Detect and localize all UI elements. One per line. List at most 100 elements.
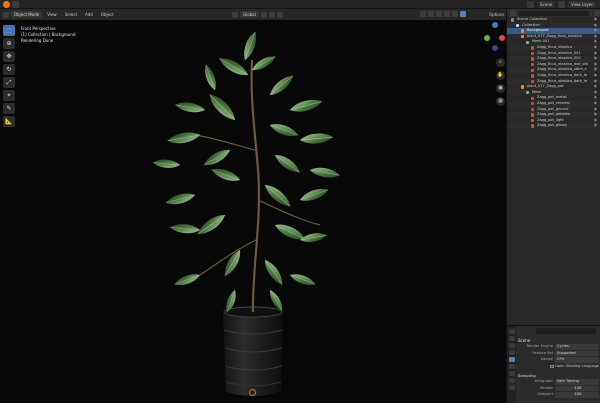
view-layer-icon — [558, 1, 566, 8]
material-icon — [531, 51, 535, 56]
material-icon — [531, 118, 535, 123]
menu-object[interactable]: Object — [98, 11, 117, 18]
snap-icon[interactable] — [268, 11, 275, 18]
transform-orientation-dropdown[interactable]: Global — [240, 11, 259, 18]
material-icon — [531, 62, 535, 67]
nav-buttons: ⌕ ✋ ▣ ▦ — [496, 58, 505, 106]
scale-icon[interactable]: ⤢ — [3, 77, 15, 88]
properties-search-input[interactable] — [536, 328, 596, 334]
tool-tab-icon[interactable] — [508, 329, 515, 334]
render-samples-label: Render — [540, 385, 553, 390]
world-tab-icon[interactable] — [508, 364, 515, 369]
mesh-icon — [521, 29, 525, 33]
menu-view[interactable]: View — [44, 11, 60, 18]
pivot-icon[interactable] — [260, 11, 267, 18]
render-tab-icon[interactable] — [508, 336, 515, 341]
camera-icon[interactable]: ▣ — [496, 84, 505, 93]
modifier-tab-icon[interactable] — [508, 378, 515, 383]
options-menu[interactable]: Options — [486, 11, 507, 18]
xray-icon[interactable] — [444, 11, 450, 17]
navigation-gizmo[interactable] — [484, 22, 506, 52]
view-layer-tab-icon[interactable] — [508, 350, 515, 355]
render-status: Rendering Done — [21, 38, 54, 43]
render-engine-dropdown[interactable]: Cycles — [555, 344, 599, 350]
3d-viewport[interactable] — [0, 20, 506, 403]
move-icon[interactable]: ✥ — [3, 51, 15, 62]
display-mode-icon[interactable] — [510, 10, 516, 16]
viewport-samples-field[interactable]: 100 — [555, 392, 599, 398]
transform-icon[interactable]: ⌖ — [3, 90, 15, 101]
mesh-data-icon — [526, 90, 530, 95]
gizmo-z-axis-icon[interactable] — [492, 22, 498, 28]
material-icon — [531, 107, 535, 112]
material-icon — [531, 79, 535, 84]
outliner-row-label: Zagg_pot_glossy — [537, 123, 568, 128]
integrator-label: Integrator — [534, 379, 553, 383]
material-icon — [531, 113, 535, 117]
material-tab-icon[interactable] — [508, 385, 515, 390]
material-icon — [531, 124, 535, 128]
material-icon — [531, 102, 535, 106]
proportional-edit-icon[interactable] — [276, 11, 283, 18]
annotate-icon[interactable]: ✎ — [3, 103, 15, 114]
osl-label: Open Shading Language — [555, 363, 600, 368]
menu-select[interactable]: Select — [62, 11, 80, 18]
overlay-toggle-icon[interactable] — [436, 11, 442, 17]
rendered-shading-icon[interactable] — [460, 11, 466, 17]
properties-panel: Scene Render Engine Cycles Feature Set S… — [506, 325, 600, 403]
properties-tabs — [507, 326, 516, 403]
editor-type-icon[interactable] — [3, 11, 9, 18]
visibility-icon[interactable] — [420, 11, 426, 17]
tool-shelf: ⬚ ⊕ ✥ ↻ ⤢ ⌖ ✎ 📐 — [3, 25, 15, 127]
viewport-samples-label: Viewport — [537, 392, 553, 396]
top-bar: Scene View Layer — [0, 0, 600, 9]
scene-tab-icon[interactable] — [508, 357, 515, 362]
zoom-icon[interactable]: ⌕ — [496, 58, 505, 67]
blender-logo-icon[interactable] — [3, 1, 10, 8]
outliner-row[interactable]: Zagg_pot_glossy ◉ — [507, 123, 600, 129]
mesh-data-icon — [526, 40, 530, 44]
collection-icon — [516, 23, 520, 28]
gizmo-neg-z-icon[interactable] — [492, 45, 498, 51]
transform-orientation-icon — [232, 11, 238, 18]
hand-pan-icon[interactable]: ✋ — [496, 71, 505, 80]
mesh-icon — [521, 85, 525, 89]
osl-checkbox[interactable]: Open Shading Language — [518, 364, 600, 371]
feature-set-dropdown[interactable]: Supported — [555, 350, 599, 356]
menu-add[interactable]: Add — [82, 11, 96, 18]
gizmo-toggle-icon[interactable] — [428, 11, 434, 17]
rotate-icon[interactable]: ↻ — [3, 64, 15, 75]
scene-icon — [526, 1, 534, 8]
select-box-icon[interactable]: ⬚ — [3, 25, 15, 36]
editor-type-icon[interactable] — [12, 1, 19, 8]
material-icon — [531, 74, 535, 78]
scene-selector[interactable]: Scene — [536, 1, 556, 8]
outliner-panel: Scene Collection ◉ Collection ◉ Background ◉ p… — [506, 9, 600, 325]
checkbox-icon[interactable] — [550, 364, 554, 368]
collection-icon — [511, 18, 515, 22]
outliner-search-input[interactable] — [518, 10, 589, 16]
cursor-icon[interactable]: ⊕ — [3, 38, 15, 49]
output-tab-icon[interactable] — [508, 343, 515, 348]
measure-icon[interactable]: 📐 — [3, 116, 15, 127]
gizmo-x-axis-icon[interactable] — [499, 35, 505, 41]
device-dropdown[interactable]: CPU — [555, 357, 599, 363]
integrator-dropdown[interactable]: Path Tracing — [555, 379, 599, 385]
device-label: Device — [540, 357, 553, 361]
material-icon — [531, 57, 535, 61]
grid-icon[interactable]: ▦ — [496, 97, 505, 106]
filter-icon[interactable] — [594, 10, 600, 16]
render-samples-field[interactable]: 128 — [555, 385, 599, 391]
gizmo-y-axis-icon[interactable] — [484, 35, 490, 41]
object-origin-icon — [249, 389, 256, 396]
view-layer-selector[interactable]: View Layer — [568, 1, 596, 8]
outliner-tree: Scene Collection ◉ Collection ◉ Background ◉ p… — [507, 17, 600, 129]
mesh-icon — [521, 34, 525, 39]
eye-icon[interactable]: ◉ — [594, 123, 597, 129]
mode-dropdown[interactable]: Object Mode — [11, 11, 43, 18]
object-tab-icon[interactable] — [508, 371, 515, 376]
viewport-info: Front Perspective (1) Collection | Backg… — [21, 26, 75, 44]
material-icon — [531, 96, 535, 100]
solid-shading-icon[interactable] — [452, 11, 458, 17]
material-icon — [531, 68, 535, 72]
